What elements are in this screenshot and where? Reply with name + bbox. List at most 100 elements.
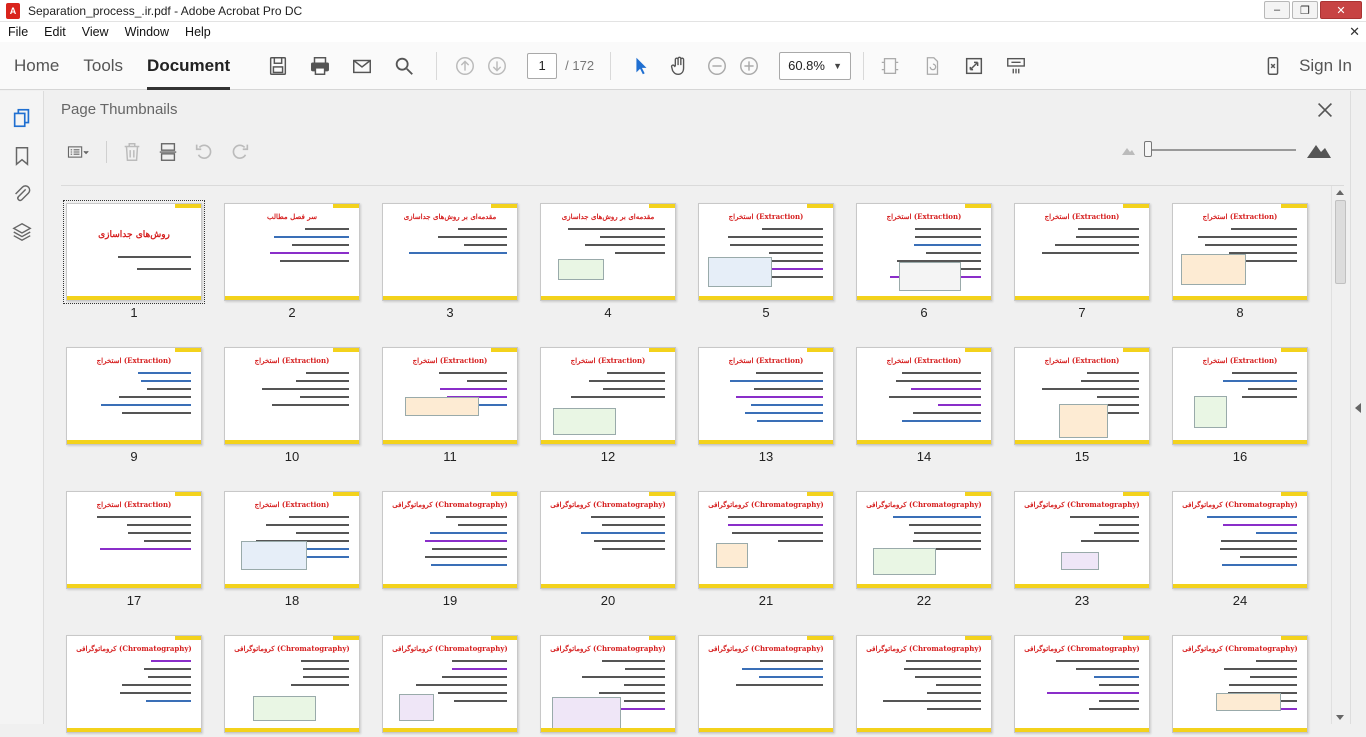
- page-thumbnail[interactable]: استخراج (Extraction) 11: [382, 347, 518, 464]
- page-thumbnail[interactable]: کروماتوگرافی (Chromatography) 22: [856, 491, 992, 608]
- thumbnail-image[interactable]: سر فصل مطالب: [224, 203, 360, 301]
- menu-view[interactable]: View: [74, 25, 117, 39]
- page-thumbnail[interactable]: کروماتوگرافی (Chromatography): [224, 635, 360, 737]
- page-thumbnail[interactable]: استخراج (Extraction) 10: [224, 347, 360, 464]
- thumbnail-size-slider[interactable]: [1144, 141, 1296, 157]
- page-thumbnail[interactable]: استخراج (Extraction) 18: [224, 491, 360, 608]
- signin-button[interactable]: Sign In: [1299, 56, 1352, 76]
- page-thumbnail[interactable]: استخراج (Extraction) 8: [1172, 203, 1308, 320]
- page-thumbnail[interactable]: مقدمه‌ای بر روش‌های جداسازی 3: [382, 203, 518, 320]
- thumbnail-image[interactable]: استخراج (Extraction): [224, 347, 360, 445]
- page-thumbnail[interactable]: استخراج (Extraction) 6: [856, 203, 992, 320]
- thumbnail-image[interactable]: استخراج (Extraction): [698, 203, 834, 301]
- page-thumbnail[interactable]: کروماتوگرافی (Chromatography): [540, 635, 676, 737]
- current-page-input[interactable]: 1: [527, 52, 558, 79]
- insert-page-icon[interactable]: [153, 139, 183, 165]
- close-document-button[interactable]: ✕: [1349, 24, 1360, 40]
- thumbnail-image[interactable]: استخراج (Extraction): [856, 203, 992, 301]
- thumbnail-scrollbar[interactable]: [1331, 186, 1348, 724]
- menu-file[interactable]: File: [0, 25, 36, 39]
- menu-window[interactable]: Window: [117, 25, 177, 39]
- attachments-icon[interactable]: [0, 175, 44, 213]
- page-thumbnail[interactable]: استخراج (Extraction) 13: [698, 347, 834, 464]
- thumbnail-image[interactable]: کروماتوگرافی (Chromatography): [224, 635, 360, 733]
- zoom-level-select[interactable]: 60.8% ▼: [779, 51, 852, 80]
- page-thumbnail[interactable]: کروماتوگرافی (Chromatography): [856, 635, 992, 737]
- fit-page-icon[interactable]: [874, 50, 906, 82]
- delete-pages-icon[interactable]: [117, 139, 147, 165]
- thumbnail-image[interactable]: استخراج (Extraction): [1172, 347, 1308, 445]
- zoom-in-icon[interactable]: [733, 50, 765, 82]
- thumbnail-image[interactable]: کروماتوگرافی (Chromatography): [698, 491, 834, 589]
- page-thumbnail[interactable]: کروماتوگرافی (Chromatography): [1172, 635, 1308, 737]
- page-thumbnail[interactable]: استخراج (Extraction) 7: [1014, 203, 1150, 320]
- thumbnail-image[interactable]: کروماتوگرافی (Chromatography): [1014, 635, 1150, 733]
- tab-tools[interactable]: Tools: [71, 42, 135, 90]
- thumbnail-image[interactable]: استخراج (Extraction): [856, 347, 992, 445]
- maximize-button[interactable]: ❐: [1292, 1, 1318, 19]
- page-thumbnail[interactable]: کروماتوگرافی (Chromatography) 23: [1014, 491, 1150, 608]
- print-icon[interactable]: [304, 50, 336, 82]
- rotate-clockwise-icon[interactable]: [225, 139, 255, 165]
- thumbnail-image[interactable]: استخراج (Extraction): [540, 347, 676, 445]
- slider-handle[interactable]: [1144, 141, 1152, 157]
- select-cursor-icon[interactable]: [625, 50, 657, 82]
- thumbnail-image[interactable]: استخراج (Extraction): [1172, 203, 1308, 301]
- scroll-down-arrow-icon[interactable]: [1336, 715, 1344, 720]
- page-thumbnail[interactable]: کروماتوگرافی (Chromatography): [698, 635, 834, 737]
- bookmarks-icon[interactable]: [0, 137, 44, 175]
- rotate-page-icon[interactable]: [916, 50, 948, 82]
- thumbnail-image[interactable]: مقدمه‌ای بر روش‌های جداسازی: [382, 203, 518, 301]
- menu-help[interactable]: Help: [177, 25, 219, 39]
- thumbnail-image[interactable]: مقدمه‌ای بر روش‌های جداسازی: [540, 203, 676, 301]
- read-mode-icon[interactable]: [1000, 50, 1032, 82]
- page-thumbnails-icon[interactable]: [0, 99, 44, 137]
- page-thumbnail[interactable]: روش‌های جداسازی 1: [63, 200, 205, 320]
- previous-page-icon[interactable]: [449, 50, 481, 82]
- page-thumbnail[interactable]: سر فصل مطالب 2: [224, 203, 360, 320]
- page-thumbnail[interactable]: استخراج (Extraction) 9: [66, 347, 202, 464]
- rotate-counterclockwise-icon[interactable]: [189, 139, 219, 165]
- page-thumbnail[interactable]: استخراج (Extraction) 14: [856, 347, 992, 464]
- page-thumbnail[interactable]: استخراج (Extraction) 17: [66, 491, 202, 608]
- hand-tool-icon[interactable]: [663, 50, 695, 82]
- thumbnail-image[interactable]: روش‌های جداسازی: [63, 200, 205, 304]
- page-thumbnail[interactable]: استخراج (Extraction) 5: [698, 203, 834, 320]
- close-window-button[interactable]: ✕: [1320, 1, 1362, 19]
- thumbnail-image[interactable]: استخراج (Extraction): [1014, 203, 1150, 301]
- thumbnail-image[interactable]: کروماتوگرافی (Chromatography): [856, 635, 992, 733]
- page-thumbnail[interactable]: استخراج (Extraction) 12: [540, 347, 676, 464]
- layers-icon[interactable]: [0, 213, 44, 251]
- thumbnail-image[interactable]: کروماتوگرافی (Chromatography): [66, 635, 202, 733]
- thumbnail-image[interactable]: کروماتوگرافی (Chromatography): [1172, 491, 1308, 589]
- tab-home[interactable]: Home: [2, 42, 71, 90]
- save-icon[interactable]: [262, 50, 294, 82]
- thumbnail-image[interactable]: کروماتوگرافی (Chromatography): [698, 635, 834, 733]
- page-thumbnail[interactable]: استخراج (Extraction) 15: [1014, 347, 1150, 464]
- thumbnail-image[interactable]: استخراج (Extraction): [382, 347, 518, 445]
- thumbnail-image[interactable]: استخراج (Extraction): [66, 491, 202, 589]
- page-thumbnail[interactable]: کروماتوگرافی (Chromatography) 19: [382, 491, 518, 608]
- mobile-link-icon[interactable]: [1257, 50, 1289, 82]
- thumbnail-image[interactable]: استخراج (Extraction): [698, 347, 834, 445]
- page-thumbnail[interactable]: کروماتوگرافی (Chromatography): [1014, 635, 1150, 737]
- zoom-out-icon[interactable]: [701, 50, 733, 82]
- full-screen-icon[interactable]: [958, 50, 990, 82]
- scrollbar-thumb[interactable]: [1335, 200, 1346, 284]
- thumbnail-image[interactable]: کروماتوگرافی (Chromatography): [540, 635, 676, 733]
- menu-edit[interactable]: Edit: [36, 25, 74, 39]
- page-thumbnail[interactable]: کروماتوگرافی (Chromatography) 21: [698, 491, 834, 608]
- search-icon[interactable]: [388, 50, 420, 82]
- thumbnail-image[interactable]: کروماتوگرافی (Chromatography): [382, 635, 518, 733]
- expand-right-pane-icon[interactable]: [1355, 403, 1361, 413]
- scroll-up-arrow-icon[interactable]: [1336, 190, 1344, 195]
- thumbnail-image[interactable]: کروماتوگرافی (Chromatography): [382, 491, 518, 589]
- thumbnail-image[interactable]: کروماتوگرافی (Chromatography): [1014, 491, 1150, 589]
- close-panel-icon[interactable]: [1314, 99, 1336, 121]
- page-thumbnail[interactable]: کروماتوگرافی (Chromatography): [382, 635, 518, 737]
- email-icon[interactable]: [346, 50, 378, 82]
- page-thumbnail[interactable]: استخراج (Extraction) 16: [1172, 347, 1308, 464]
- page-thumbnail[interactable]: مقدمه‌ای بر روش‌های جداسازی 4: [540, 203, 676, 320]
- thumbnail-image[interactable]: کروماتوگرافی (Chromatography): [1172, 635, 1308, 733]
- thumbnail-image[interactable]: استخراج (Extraction): [1014, 347, 1150, 445]
